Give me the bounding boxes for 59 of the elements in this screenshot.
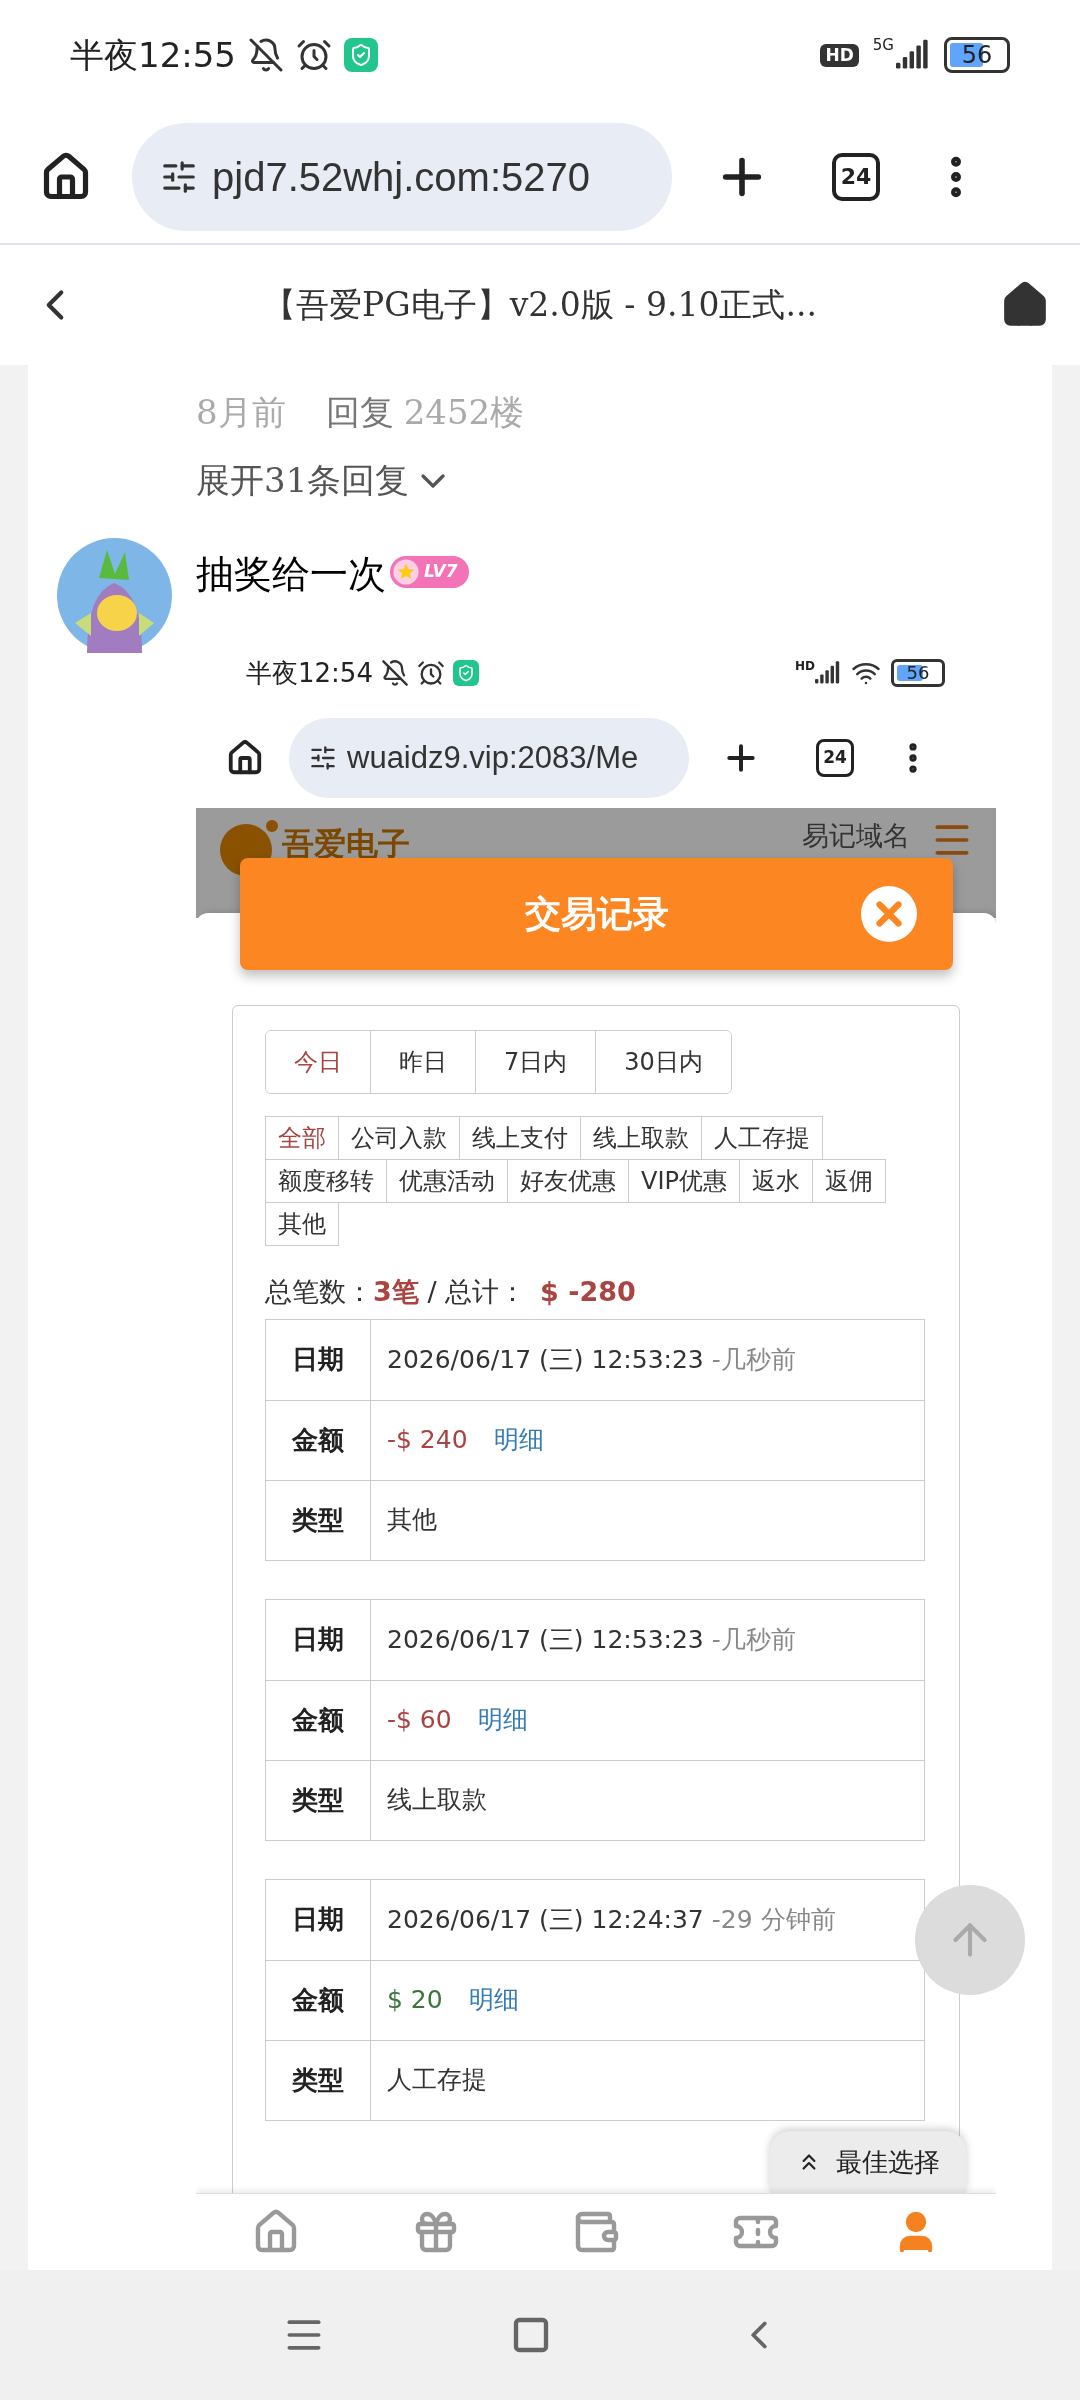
row-label: 类型 [292,1503,344,1537]
url-field[interactable]: wuaidz9.vip:2083/Me [289,718,689,798]
amount-value: -$ 60 [387,1704,452,1737]
date-value: 2026/06/17 (三) 12:53:23 -几秒前 [387,1623,796,1656]
type-value: 其他 [387,1504,437,1537]
hd-badge: HD [820,43,859,67]
shield-icon [452,660,479,686]
detail-link[interactable]: 明细 [493,1421,544,1459]
bell-off-icon [248,37,284,73]
signal-icon [896,38,930,72]
detail-link[interactable]: 明细 [477,1701,528,1739]
type-tab[interactable]: 其他 [265,1202,339,1246]
row-label: 日期 [292,1623,344,1656]
floor-number: 2452楼 [403,390,525,434]
home-button-icon[interactable] [511,2315,551,2355]
type-value: 线上取款 [387,1784,487,1817]
type-tab[interactable]: 人工存提 [701,1116,823,1160]
shield-icon [344,38,378,72]
row-label: 金额 [292,1983,344,2017]
type-tab[interactable]: 返佣 [811,1159,886,1203]
alarm-icon [416,659,445,687]
date-value: 2026/06/17 (三) 12:24:37 -29 分钟前 [387,1903,836,1936]
expand-replies-button[interactable]: 展开31条回复 [196,455,454,506]
detail-link[interactable]: 明细 [468,1981,519,2019]
network-label: 5G [872,38,894,53]
header-link[interactable]: 易记域名 [802,822,910,849]
status-time: 半夜12:55 [70,33,236,77]
row-label: 类型 [292,1783,344,1817]
site-settings-icon[interactable] [309,744,337,772]
row-label: 日期 [292,1343,344,1376]
reply-link[interactable]: 回复 [325,386,394,438]
tab-count-button[interactable]: 24 [832,152,880,201]
hd-label: HD [795,660,815,672]
username: 抽奖给一次 [196,551,386,598]
reply-time: 8月前 [196,390,286,434]
amount-value: -$ 240 [387,1424,468,1457]
amount-value: $ 20 [387,1984,443,2017]
row-label: 金额 [292,1423,344,1457]
dialog-title: 交易记录 [524,892,669,936]
page-title: 【吾爱PG电子】v2.0版 - 9.10正式... [262,284,818,327]
level-badge: LV7 [390,556,470,588]
signal-icon [815,660,841,686]
summary-text: 总笔数：3笔 / 总计： $ -280 [265,1275,637,1309]
home-icon[interactable] [226,739,264,777]
alarm-icon [296,37,332,73]
url-field[interactable]: pjd7.52whj.com:5270 [132,122,672,231]
type-tab[interactable]: 全部 [265,1116,339,1160]
date-value: 2026/06/17 (三) 12:53:23 -几秒前 [387,1343,796,1376]
best-choice-button[interactable]: 最佳选择 [770,2131,966,2193]
row-label: 金额 [292,1703,344,1737]
row-label: 日期 [292,1903,344,1936]
date-tab[interactable]: 今日 [266,1031,371,1093]
site-logo-text: 吾爱电子 [282,828,410,860]
type-tab[interactable]: 额度移转 [265,1159,387,1203]
tab-count-button[interactable]: 24 [816,739,854,777]
row-label: 类型 [292,2063,344,2097]
type-value: 人工存提 [387,2064,487,2097]
bell-off-icon [380,659,409,687]
status-time: 半夜12:54 [246,656,373,690]
